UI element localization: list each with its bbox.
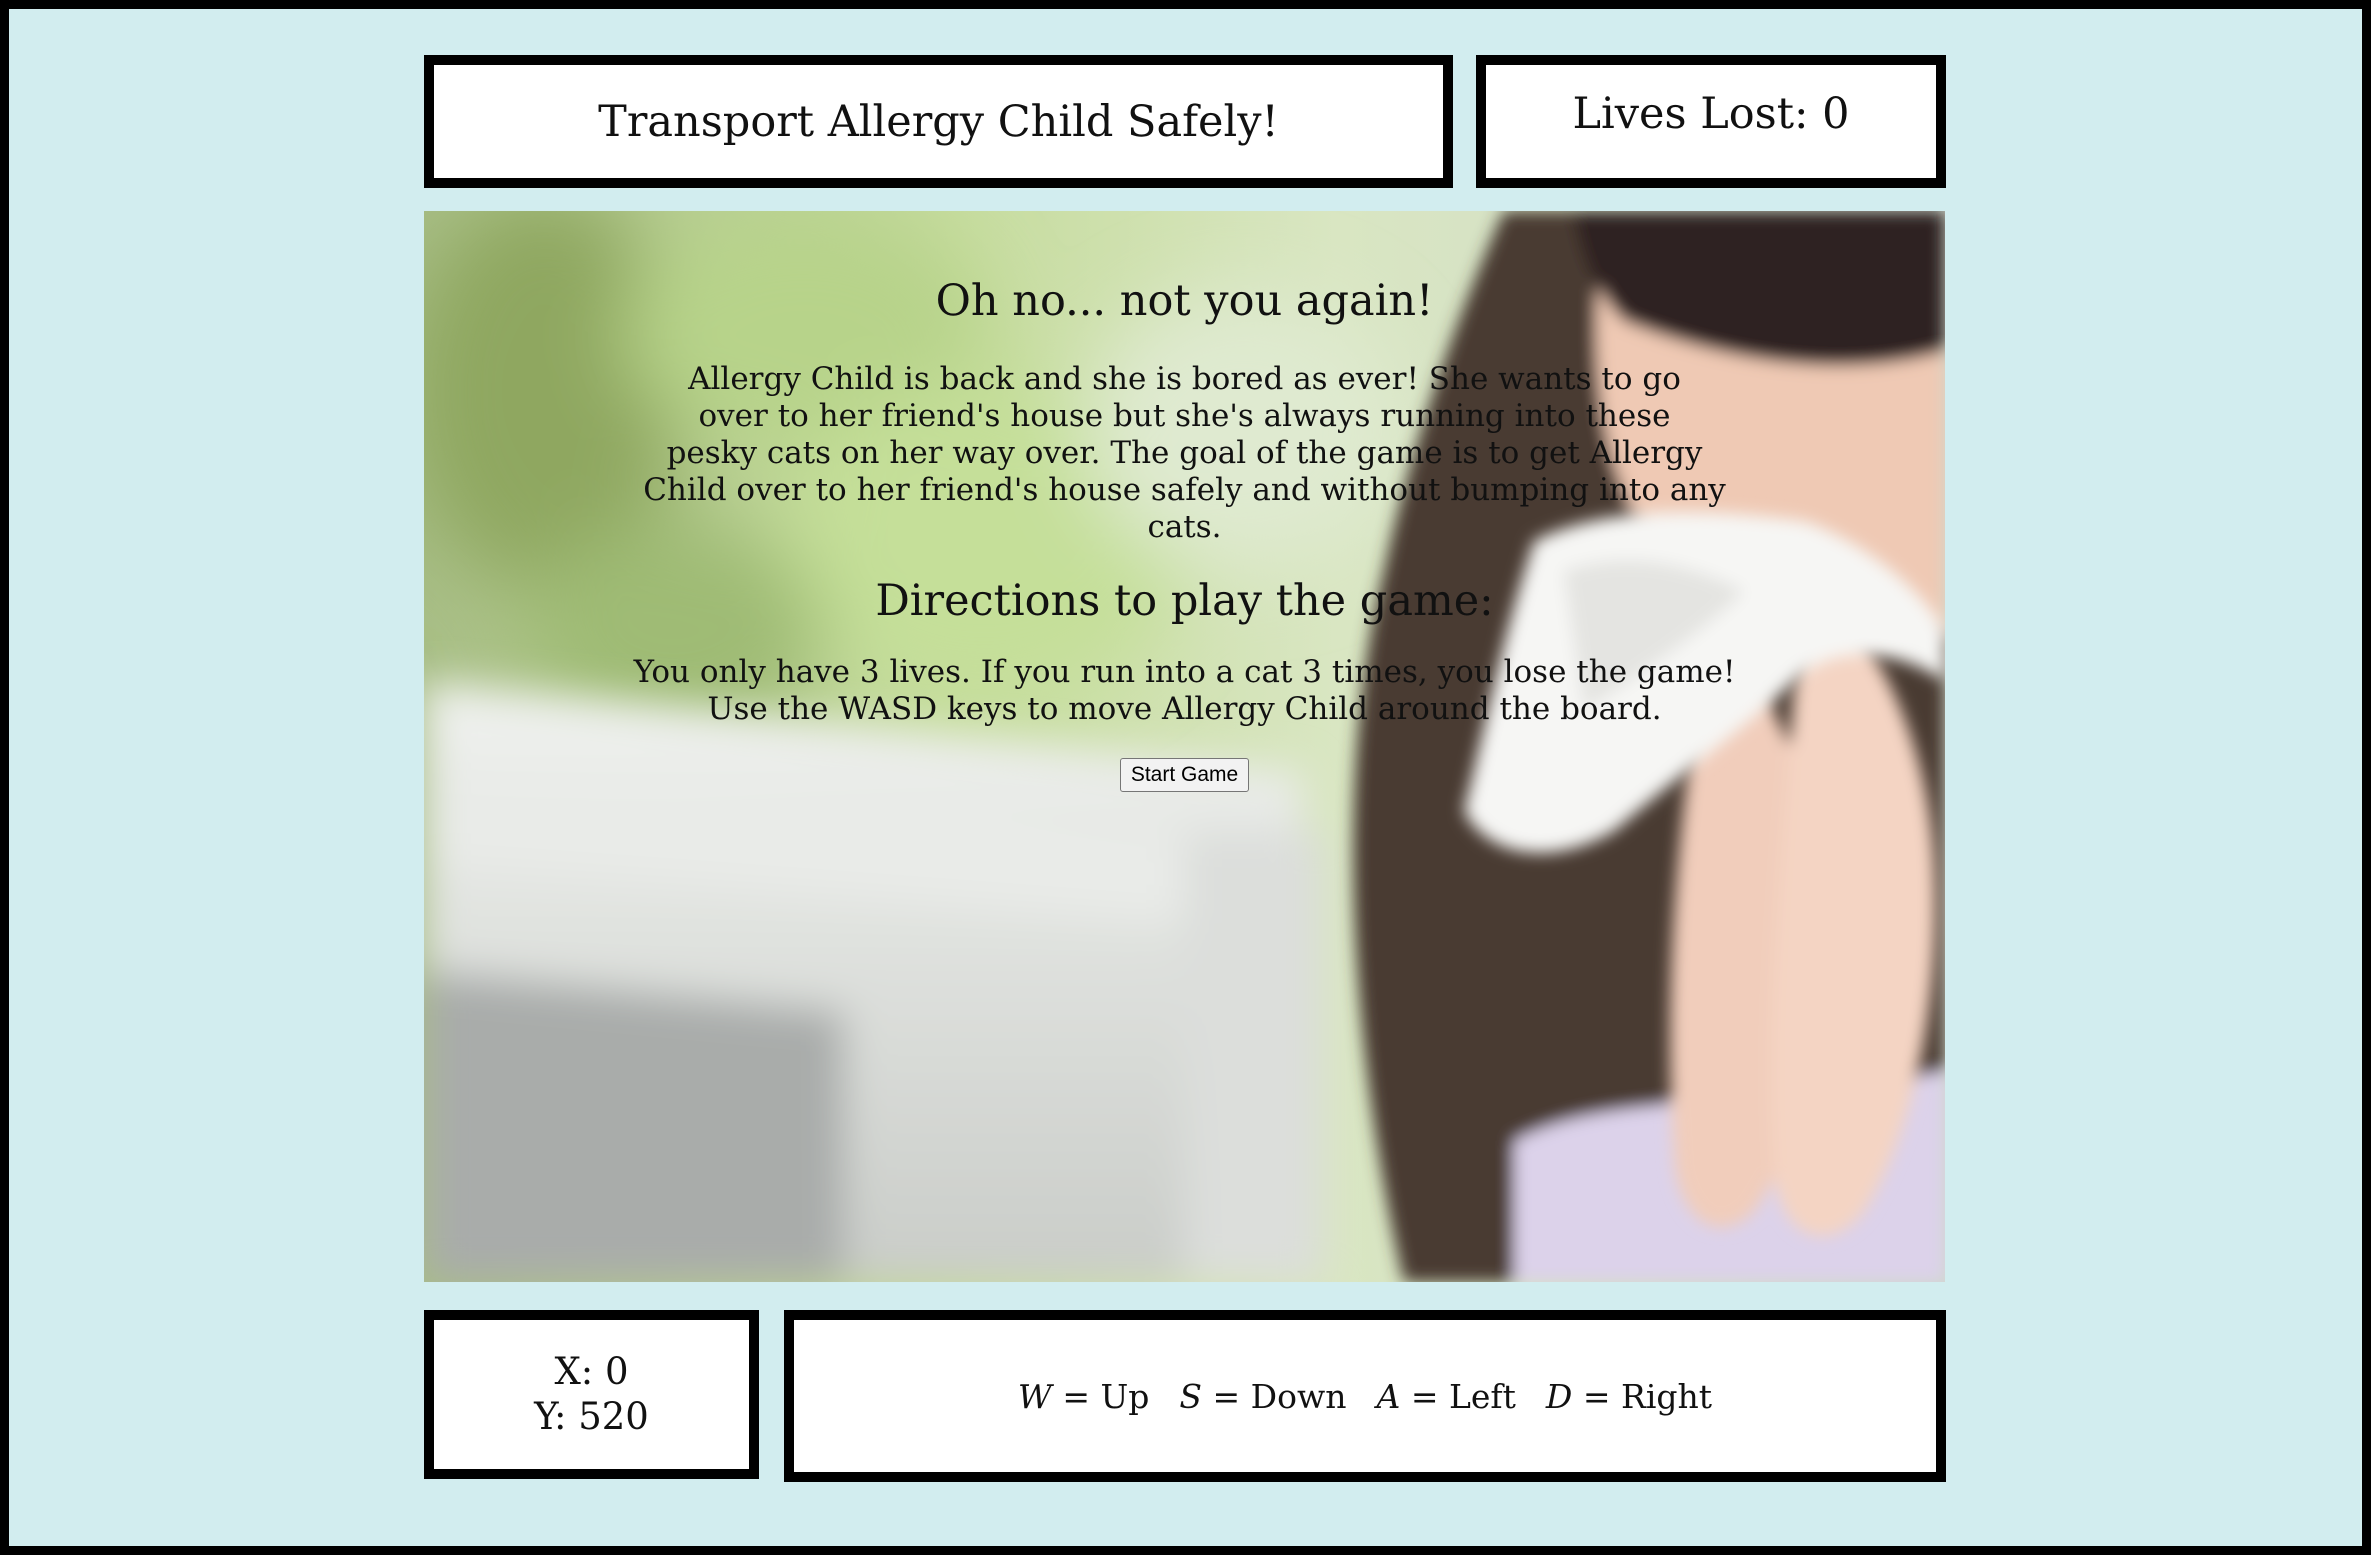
coordinates-box: X: 0 Y: 520 <box>424 1310 759 1479</box>
control-up-label: = Up <box>1062 1376 1150 1416</box>
directions-paragraph: You only have 3 lives. If you run into a… <box>424 654 1945 728</box>
intro-heading: Oh no... not you again! <box>935 276 1434 326</box>
intro-line: Child over to her friend's house safely … <box>643 472 1726 545</box>
control-up: W = Up <box>1018 1377 1150 1416</box>
control-right-label: = Right <box>1582 1376 1713 1416</box>
lives-lost-counter: Lives Lost: 0 <box>1572 88 1850 139</box>
intro-paragraph: Allergy Child is back and she is bored a… <box>635 361 1735 546</box>
intro-line: pesky cats on her way over. The goal of … <box>666 435 1703 471</box>
intro-line: over to her friend's house but she's alw… <box>698 398 1671 434</box>
directions-line: You only have 3 lives. If you run into a… <box>633 654 1736 690</box>
lives-lost-box: Lives Lost: 0 <box>1476 55 1946 188</box>
directions-heading: Directions to play the game: <box>875 576 1494 626</box>
control-down: S = Down <box>1179 1377 1346 1416</box>
game-title: Transport Allergy Child Safely! <box>598 96 1279 147</box>
key-s: S <box>1179 1376 1203 1416</box>
x-coordinate: X: 0 <box>554 1350 629 1394</box>
control-down-label: = Down <box>1212 1376 1347 1416</box>
control-left: A = Left <box>1377 1377 1516 1416</box>
key-a: A <box>1376 1376 1401 1416</box>
instructions-panel: Oh no... not you again! Allergy Child is… <box>424 276 1945 792</box>
directions-line: Use the WASD keys to move Allergy Child … <box>707 691 1662 727</box>
game-title-box: Transport Allergy Child Safely! <box>424 55 1453 188</box>
controls-box: W = Up S = Down A = Left D = Right <box>784 1310 1946 1482</box>
key-w: W <box>1017 1376 1052 1416</box>
control-left-label: = Left <box>1410 1376 1516 1416</box>
start-game-button[interactable]: Start Game <box>1119 758 1250 792</box>
game-board[interactable]: Oh no... not you again! Allergy Child is… <box>424 211 1945 1282</box>
intro-line: Allergy Child is back and she is bored a… <box>688 361 1681 397</box>
y-coordinate: Y: 520 <box>534 1394 649 1438</box>
control-right: D = Right <box>1546 1377 1712 1416</box>
key-d: D <box>1545 1376 1573 1416</box>
